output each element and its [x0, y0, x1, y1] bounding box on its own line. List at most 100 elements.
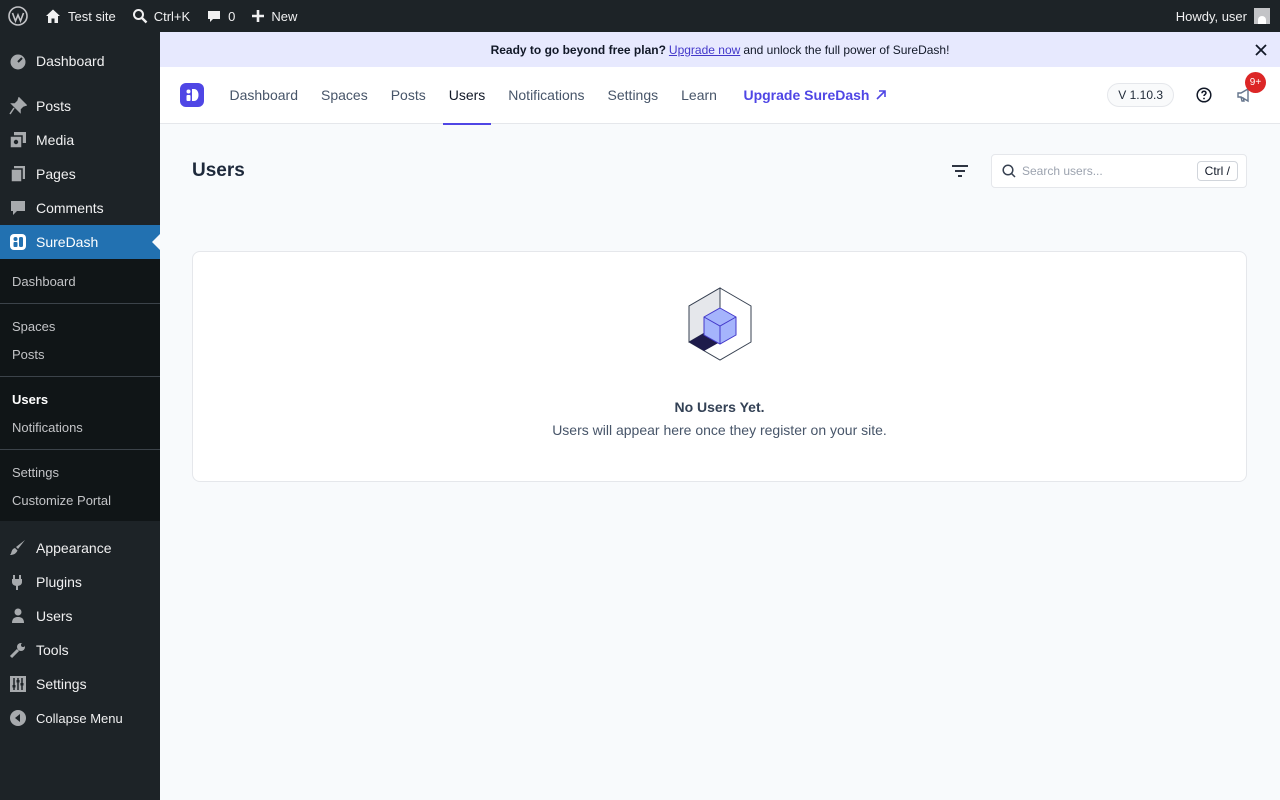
- sidebar-item-label: SureDash: [36, 234, 99, 250]
- search-icon: [132, 9, 148, 24]
- notification-count-badge: 9+: [1245, 72, 1266, 93]
- filter-icon: [952, 165, 968, 177]
- plus-icon: [252, 10, 265, 22]
- submenu-item-customize-portal[interactable]: Customize Portal: [0, 486, 160, 514]
- main-content: Ready to go beyond free plan? Upgrade no…: [160, 32, 1280, 800]
- close-icon[interactable]: [1254, 43, 1268, 57]
- external-link-icon: [875, 90, 886, 100]
- brush-icon: [9, 539, 27, 557]
- version-badge: V 1.10.3: [1107, 83, 1174, 107]
- tab-spaces[interactable]: Spaces: [315, 67, 374, 124]
- suredash-submenu: Dashboard Spaces Posts Users Notificatio…: [0, 259, 160, 521]
- empty-state-description: Users will appear here once they registe…: [552, 422, 887, 438]
- sidebar-item-posts[interactable]: Posts: [0, 89, 160, 123]
- pin-icon: [9, 97, 27, 115]
- sidebar-item-users[interactable]: Users: [0, 599, 160, 633]
- filter-button[interactable]: [950, 161, 970, 181]
- admin-sidebar: Dashboard Posts Media Pages Comments Sur…: [0, 32, 160, 800]
- tab-learn[interactable]: Learn: [675, 67, 723, 124]
- settings-icon: [9, 675, 27, 693]
- sidebar-item-pages[interactable]: Pages: [0, 157, 160, 191]
- sidebar-item-comments[interactable]: Comments: [0, 191, 160, 225]
- collapse-icon: [9, 709, 27, 727]
- sidebar-item-label: Pages: [36, 166, 76, 182]
- sidebar-item-label: Settings: [36, 676, 87, 692]
- submenu-item-users[interactable]: Users: [0, 385, 160, 413]
- howdy-label: Howdy, user: [1175, 8, 1247, 24]
- admin-bar: Test site Ctrl+K 0 New Howdy, user: [0, 0, 1280, 32]
- sidebar-item-label: Tools: [36, 642, 69, 658]
- collapse-menu-button[interactable]: Collapse Menu: [0, 701, 160, 735]
- empty-box-icon: [687, 286, 753, 367]
- suredash-icon: [9, 233, 27, 251]
- banner-bold-text: Ready to go beyond free plan?: [490, 42, 666, 57]
- empty-state-title: No Users Yet.: [674, 399, 765, 415]
- submenu-item-settings[interactable]: Settings: [0, 458, 160, 486]
- page-header: Users Ctrl /: [192, 154, 1247, 188]
- new-content-button[interactable]: New: [243, 0, 305, 32]
- wordpress-icon: [8, 6, 28, 26]
- empty-state-card: No Users Yet. Users will appear here onc…: [192, 251, 1247, 482]
- plugin-icon: [9, 573, 27, 591]
- search-icon: [1002, 164, 1016, 178]
- sidebar-item-label: Media: [36, 132, 75, 148]
- new-label: New: [271, 8, 298, 24]
- my-account-button[interactable]: Howdy, user: [1168, 0, 1280, 32]
- submenu-item-dashboard[interactable]: Dashboard: [0, 267, 160, 295]
- comments-count: 0: [228, 8, 236, 24]
- site-name-link[interactable]: Test site: [36, 0, 124, 32]
- sidebar-item-label: Plugins: [36, 574, 82, 590]
- tab-dashboard[interactable]: Dashboard: [224, 67, 305, 124]
- search-users-field[interactable]: Ctrl /: [991, 154, 1247, 188]
- sidebar-item-label: Comments: [36, 200, 104, 216]
- user-icon: [9, 607, 27, 625]
- sidebar-item-tools[interactable]: Tools: [0, 633, 160, 667]
- announcements-button[interactable]: 9+: [1234, 72, 1266, 105]
- upgrade-banner: Ready to go beyond free plan? Upgrade no…: [160, 32, 1280, 67]
- avatar: [1254, 8, 1270, 24]
- page-title: Users: [192, 160, 245, 181]
- home-icon: [46, 9, 60, 23]
- sidebar-item-label: Dashboard: [36, 53, 105, 69]
- sidebar-item-media[interactable]: Media: [0, 123, 160, 157]
- tab-settings[interactable]: Settings: [602, 67, 665, 124]
- sidebar-item-label: Users: [36, 608, 73, 624]
- tab-notifications[interactable]: Notifications: [502, 67, 590, 124]
- upgrade-suredash-link[interactable]: Upgrade SureDash: [743, 87, 886, 103]
- help-icon: [1196, 87, 1212, 103]
- site-name-label: Test site: [68, 8, 116, 24]
- suredash-logo[interactable]: [180, 83, 204, 107]
- tab-users[interactable]: Users: [442, 67, 492, 125]
- sidebar-item-label: Collapse Menu: [36, 710, 123, 726]
- suredash-topnav: Dashboard Spaces Posts Users Notificatio…: [160, 67, 1280, 125]
- submenu-item-notifications[interactable]: Notifications: [0, 413, 160, 441]
- wordpress-logo-button[interactable]: [0, 0, 36, 32]
- submenu-item-posts[interactable]: Posts: [0, 340, 160, 368]
- submenu-divider: [0, 303, 160, 304]
- sidebar-item-label: Posts: [36, 98, 72, 114]
- search-shortcut-label: Ctrl+K: [153, 8, 191, 24]
- dashboard-icon: [9, 52, 27, 70]
- search-input[interactable]: [1022, 164, 1197, 178]
- sidebar-item-dashboard[interactable]: Dashboard: [0, 44, 160, 78]
- sidebar-item-suredash[interactable]: SureDash: [0, 225, 160, 259]
- sidebar-item-appearance[interactable]: Appearance: [0, 531, 160, 565]
- sidebar-item-settings[interactable]: Settings: [0, 667, 160, 701]
- sidebar-item-label: Appearance: [36, 540, 112, 556]
- upgrade-suredash-label: Upgrade SureDash: [743, 87, 870, 103]
- wrench-icon: [9, 641, 27, 659]
- pages-icon: [9, 165, 27, 183]
- submenu-divider: [0, 376, 160, 377]
- search-shortcut-button[interactable]: Ctrl+K: [124, 0, 198, 32]
- submenu-item-spaces[interactable]: Spaces: [0, 312, 160, 340]
- search-shortcut-hint: Ctrl /: [1196, 161, 1238, 181]
- upgrade-now-link[interactable]: Upgrade now: [669, 43, 740, 57]
- comment-icon: [9, 199, 27, 217]
- banner-text: and unlock the full power of SureDash!: [743, 42, 950, 57]
- sidebar-item-plugins[interactable]: Plugins: [0, 565, 160, 599]
- media-icon: [9, 131, 27, 149]
- tab-posts[interactable]: Posts: [385, 67, 432, 124]
- comments-button[interactable]: 0: [198, 0, 243, 32]
- submenu-divider: [0, 449, 160, 450]
- help-button[interactable]: [1194, 85, 1214, 105]
